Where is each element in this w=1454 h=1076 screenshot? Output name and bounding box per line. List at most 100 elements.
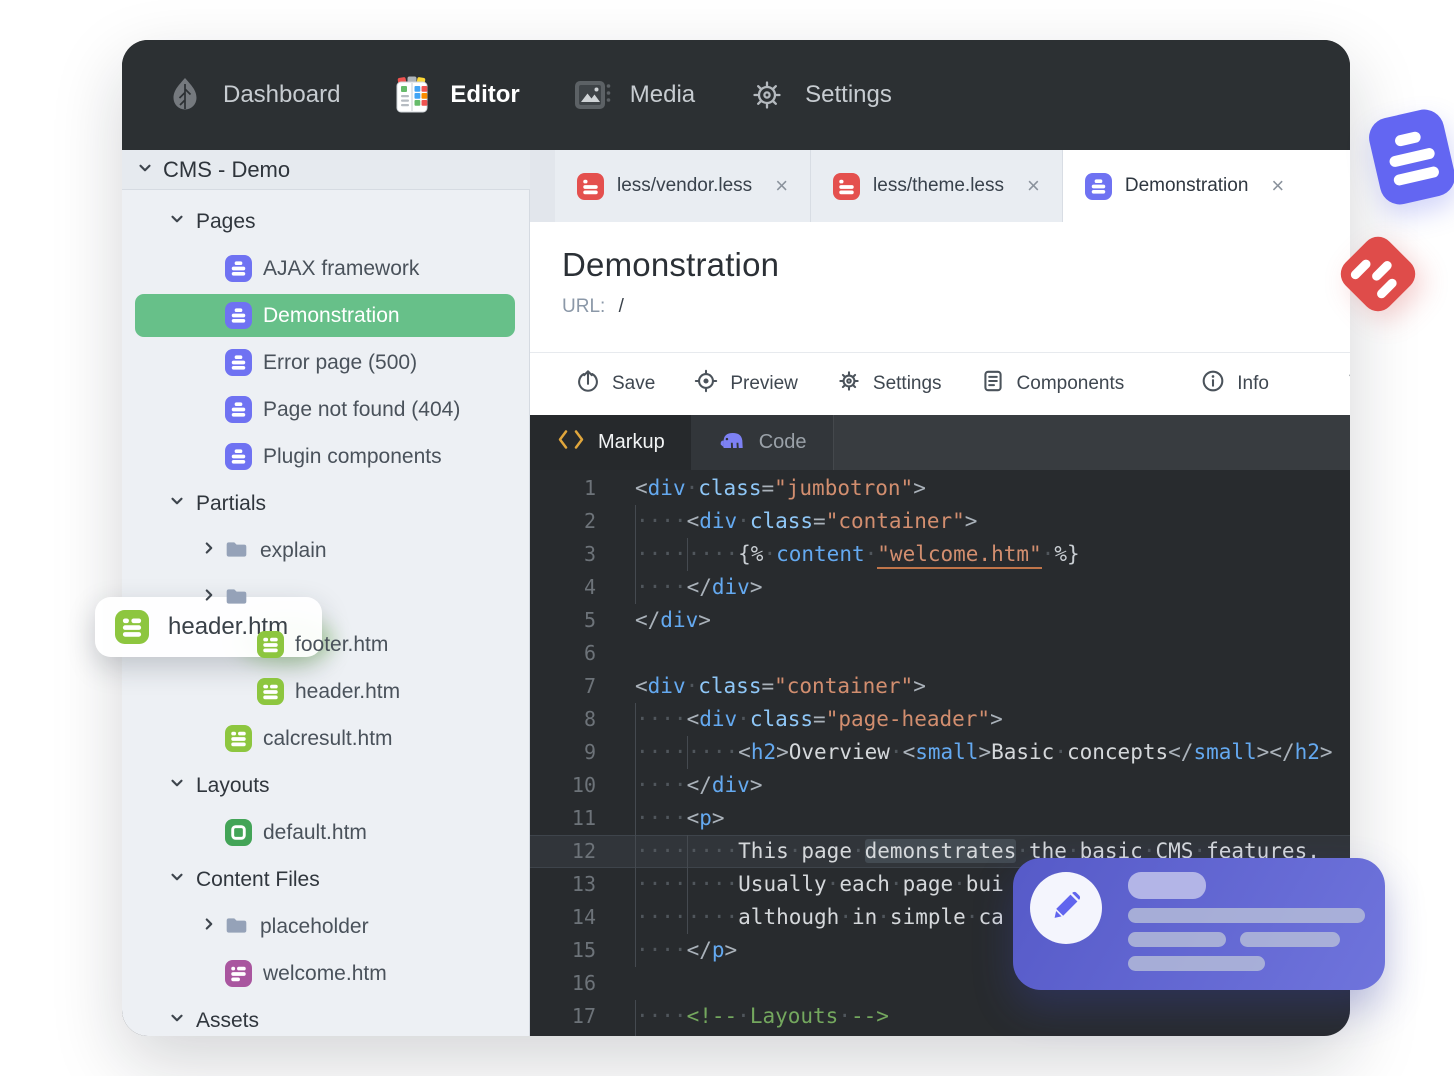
close-icon[interactable]: × — [1027, 173, 1040, 199]
token: ···· — [636, 575, 687, 599]
settings-button[interactable]: Settings — [836, 368, 942, 400]
tree-item-page-not-found-404[interactable]: Page not found (404) — [122, 386, 530, 433]
code-line-2[interactable]: 2 ····<div·class="container"> — [530, 505, 1350, 538]
tab-less-vendor-less[interactable]: less/vendor.less × — [555, 150, 812, 222]
token: concepts — [1066, 740, 1169, 764]
tree-item-ajax-framework[interactable]: AJAX framework — [122, 245, 530, 292]
tree-item-explain[interactable]: explain — [122, 527, 530, 574]
nav-item-settings[interactable]: Settings — [747, 75, 892, 115]
tree-label: Pages — [196, 209, 256, 233]
token: ···· — [636, 872, 687, 896]
nav-item-dashboard[interactable]: Dashboard — [165, 75, 340, 115]
components-button[interactable]: Components — [980, 368, 1124, 400]
page-file-icon — [225, 255, 252, 282]
token: · — [851, 839, 865, 863]
token: </ — [686, 773, 712, 797]
token: each — [839, 872, 890, 896]
tree-item-default-htm[interactable]: default.htm — [122, 809, 530, 856]
close-icon[interactable]: × — [1271, 173, 1284, 199]
editor-tab-markup[interactable]: Markup — [530, 415, 691, 470]
save-button[interactable]: Save — [575, 368, 655, 400]
code-line-8[interactable]: 8 ····<div·class="page-header"> — [530, 703, 1350, 736]
nav-item-media[interactable]: Media — [572, 75, 695, 115]
editor-tab-code[interactable]: Code — [690, 415, 833, 470]
token: < — [902, 740, 916, 764]
token: </ — [686, 938, 712, 962]
nav-item-editor[interactable]: Editor — [392, 75, 520, 115]
tab-demonstration[interactable]: Demonstration × — [1062, 150, 1350, 222]
token: · — [965, 905, 979, 929]
token: class — [749, 509, 814, 533]
line-content: ····<h2>Layouts</h2> — [596, 1033, 889, 1036]
preview-button[interactable]: Preview — [693, 368, 798, 400]
code-line-4[interactable]: 4 ····</div> — [530, 571, 1350, 604]
components-icon — [980, 368, 1006, 400]
code-line-9[interactable]: 9 ········<h2>Overview·<small>Basic·conce… — [530, 736, 1350, 769]
media-icon — [572, 75, 612, 115]
document-header: Demonstration URL: / — [530, 222, 1350, 352]
token: < — [686, 707, 700, 731]
token: > — [913, 476, 926, 500]
tree-section-content-files[interactable]: Content Files — [122, 856, 530, 903]
code-line-11[interactable]: 11 ····<p> — [530, 802, 1350, 835]
pencil-icon — [1048, 888, 1084, 929]
line-number: 11 — [571, 806, 596, 830]
tree-item-calcresult-htm[interactable]: calcresult.htm — [122, 715, 530, 762]
edit-tooltip-card — [1013, 858, 1385, 990]
editor-tab-label: Markup — [598, 431, 665, 453]
token: = — [761, 674, 775, 698]
tree-item-demonstration[interactable]: Demonstration — [122, 292, 530, 339]
code-line-5[interactable]: 5 </div> — [530, 604, 1350, 637]
token: ···· — [687, 542, 739, 566]
token: although — [738, 905, 840, 929]
tree-section-partials[interactable]: Partials — [122, 480, 530, 527]
token: > — [724, 938, 738, 962]
tree-item-plugin-components[interactable]: Plugin components — [122, 433, 530, 480]
chevron-right-icon — [200, 539, 218, 563]
chevron-down-icon — [168, 210, 186, 234]
tree-item-error-page-500[interactable]: Error page (500) — [122, 339, 530, 386]
tree-item-header-htm[interactable]: header.htm — [122, 668, 530, 715]
skeleton-line — [1128, 956, 1265, 971]
code-line-1[interactable]: 1 <div·class="jumbotron"> — [530, 472, 1350, 505]
file-purple-icon — [1084, 172, 1112, 200]
tree-item-placeholder[interactable]: placeholder — [122, 903, 530, 950]
code-line-3[interactable]: 3 ········{%·content·"welcome.htm"·%} — [530, 538, 1350, 571]
line-content: ····</div> — [596, 769, 762, 802]
code-line-17[interactable]: 17 ····<!--·Layouts·--> — [530, 1000, 1350, 1033]
floating-page-icon — [1365, 105, 1454, 209]
token: · — [1054, 740, 1067, 764]
tree-label: welcome.htm — [263, 961, 387, 985]
token: > — [776, 740, 789, 764]
theme-name: CMS - Demo — [163, 156, 291, 182]
code-line-10[interactable]: 10 ····</div> — [530, 769, 1350, 802]
code-line-18[interactable]: 18····<h2>Layouts</h2> — [530, 1033, 1350, 1036]
tree-section-layouts[interactable]: Layouts — [122, 762, 530, 809]
code-line-7[interactable]: 7 <div·class="container"> — [530, 670, 1350, 703]
tree-item-welcome-htm[interactable]: welcome.htm — [122, 950, 530, 997]
tab-label: less/vendor.less — [617, 175, 753, 196]
code-line-6[interactable]: 6 — [530, 637, 1350, 670]
tree-section-assets[interactable]: Assets — [122, 997, 530, 1036]
theme-selector[interactable]: CMS - Demo — [122, 150, 530, 190]
url-value: / — [618, 296, 624, 317]
tree-label: Page not found (404) — [263, 397, 461, 421]
close-icon[interactable]: × — [775, 173, 788, 199]
line-number: 14 — [571, 905, 596, 929]
tree-section-pages[interactable]: Pages — [122, 198, 530, 245]
token: div — [660, 608, 699, 632]
tab-less-theme-less[interactable]: less/theme.less × — [811, 150, 1063, 222]
token: ca — [978, 905, 1004, 929]
token: div — [647, 476, 686, 500]
info-button[interactable]: Info — [1200, 368, 1269, 400]
tab-label: Demonstration — [1124, 175, 1249, 196]
token: ···· — [636, 773, 687, 797]
document-tab-bar: less/vendor.less × less/theme.less × Demonst… — [530, 150, 1350, 222]
token: · — [826, 872, 840, 896]
line-content: ········Usually·each·page·bui — [596, 868, 1004, 901]
token: "container" — [825, 509, 965, 533]
chevron-down-icon — [168, 492, 186, 516]
token: div — [699, 707, 738, 731]
delete-button[interactable] — [1345, 368, 1350, 401]
tree-label: Layouts — [196, 773, 270, 797]
